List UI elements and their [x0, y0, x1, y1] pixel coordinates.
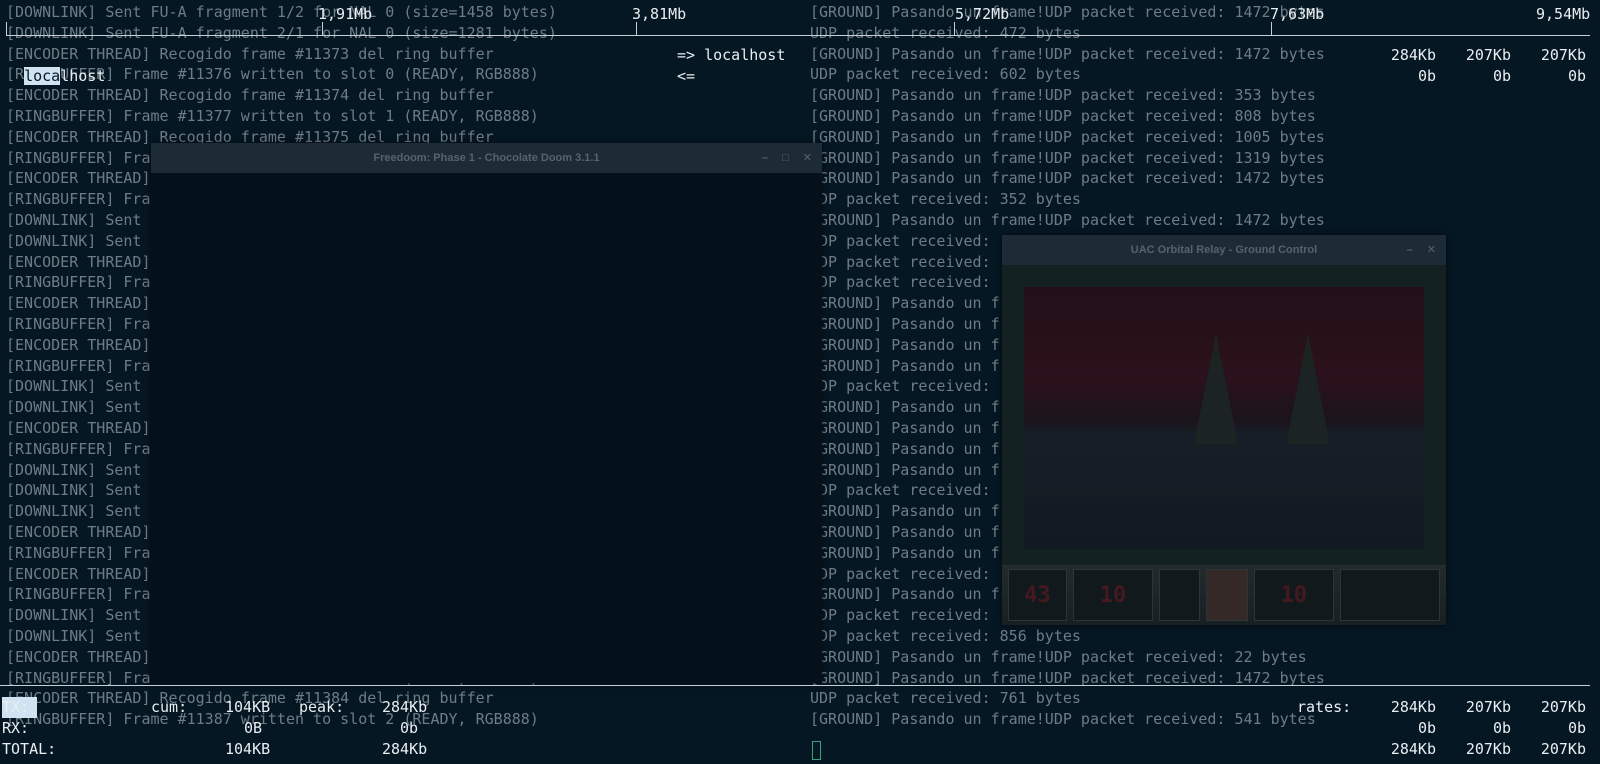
- log-line: UDP packet received: 352 bytes: [810, 190, 1081, 209]
- host-name-highlight: loca: [24, 66, 61, 85]
- scale-label: 9,54Mb: [1536, 5, 1591, 23]
- rx-cum: 0B: [244, 719, 263, 737]
- total-rate-10s: 207Kb: [1465, 740, 1511, 758]
- log-line: [GROUND] Pasando un frame!UDP packet rec…: [810, 148, 1325, 167]
- rx-rate-40s: 0b: [1567, 719, 1586, 737]
- log-line: [GROUND] Pasando un frame!UDP packet rec…: [810, 44, 1325, 63]
- tx-rate-2s: 284Kb: [1390, 698, 1436, 716]
- freedoom-window[interactable]: Freedoom: Phase 1 - Chocolate Doom 3.1.1…: [151, 143, 822, 683]
- hud-armor: 10: [1253, 569, 1335, 621]
- rate-40s: 207Kb: [1540, 46, 1586, 64]
- rate-10s: 207Kb: [1465, 46, 1511, 64]
- terminal-cursor: [812, 741, 821, 760]
- log-line: [GROUND] Pasando un frame!UDP packet rec…: [810, 169, 1325, 188]
- totals-divider: [0, 685, 1590, 686]
- game-3d-view: [1024, 287, 1424, 549]
- log-line: [RINGBUFFER] Frame #11387 written to slo…: [6, 710, 539, 729]
- pillar-shape: [1286, 334, 1330, 444]
- hud-ammo: 43: [1008, 569, 1067, 621]
- log-line: UDP packet received: 602 bytes: [810, 65, 1081, 84]
- rx-rate-10s: 0b: [1492, 719, 1511, 737]
- host-row-tx[interactable]: localhost: [6, 45, 105, 87]
- minimize-icon[interactable]: –: [1407, 235, 1413, 265]
- rates-label: rates:: [1297, 698, 1352, 716]
- freedoom-title: Freedoom: Phase 1 - Chocolate Doom 3.1.1: [373, 152, 600, 164]
- close-icon[interactable]: ✕: [1427, 235, 1436, 265]
- log-line: [GROUND] Pasando un frame!UDP packet rec…: [810, 647, 1307, 666]
- total-rate-40s: 207Kb: [1540, 740, 1586, 758]
- scale-tick: [322, 22, 323, 36]
- rx-peak: 0b: [400, 719, 419, 737]
- tx-rate-10s: 207Kb: [1465, 698, 1511, 716]
- pillar-shape: [1194, 334, 1238, 444]
- host-rx-dir: <=: [677, 67, 696, 85]
- tx-peak: 284Kb: [382, 698, 428, 716]
- scale-label: 5,72Mb: [955, 5, 1010, 23]
- game-stream[interactable]: 43 10 10: [1002, 265, 1446, 625]
- rate-2s: 284Kb: [1390, 46, 1436, 64]
- relay-titlebar[interactable]: UAC Orbital Relay - Ground Control – ✕: [1002, 235, 1446, 265]
- scale-label: 7,63Mb: [1270, 5, 1325, 23]
- log-line: [ENCODER THREAD] Recogido frame #11374 d…: [6, 86, 494, 105]
- cum-label: cum:: [151, 698, 188, 716]
- log-line: [RINGBUFFER] Frame #11377 written to slo…: [6, 106, 539, 125]
- peak-label: peak:: [299, 698, 345, 716]
- log-line: [GROUND] Pasando un frame!UDP packet rec…: [810, 86, 1316, 105]
- hud-health: 10: [1072, 569, 1154, 621]
- total-label: TOTAL:: [2, 740, 57, 758]
- minimize-icon[interactable]: –: [762, 143, 768, 173]
- iftop-scale: 1,91Mb 3,81Mb 5,72Mb 7,63Mb 9,54Mb: [0, 0, 1600, 40]
- maximize-icon[interactable]: □: [782, 143, 789, 173]
- rate-10s: 0b: [1492, 67, 1511, 85]
- scale-tick: [636, 22, 637, 36]
- freedoom-viewport[interactable]: [151, 173, 822, 683]
- total-cum: 104KB: [225, 740, 271, 758]
- game-hud: 43 10 10: [1002, 565, 1446, 625]
- log-line: [GROUND] Pasando un frame!UDP packet rec…: [810, 106, 1316, 125]
- log-line: UDP packet received: 856 bytes: [810, 626, 1081, 645]
- freedoom-titlebar[interactable]: Freedoom: Phase 1 - Chocolate Doom 3.1.1…: [151, 143, 822, 173]
- tx-label: TX:: [2, 697, 38, 718]
- rx-rate-2s: 0b: [1417, 719, 1436, 737]
- tx-rate-40s: 207Kb: [1540, 698, 1586, 716]
- close-icon[interactable]: ✕: [803, 143, 812, 173]
- log-line: [ENCODER THREAD] Recogido frame #11384 d…: [6, 689, 494, 708]
- scale-tick: [954, 22, 955, 36]
- scale-tick: [6, 22, 7, 36]
- host-name: lhost: [60, 66, 106, 85]
- hud-keys-ammo: [1340, 569, 1440, 621]
- scale-label: 3,81Mb: [632, 5, 687, 23]
- total-rate-2s: 284Kb: [1390, 740, 1436, 758]
- rate-40s: 0b: [1567, 67, 1586, 85]
- scale-axis: [6, 35, 1590, 36]
- rx-label: RX:: [2, 719, 30, 737]
- log-line: [GROUND] Pasando un frame!UDP packet rec…: [810, 210, 1325, 229]
- scale-label: 1,91Mb: [318, 5, 373, 23]
- log-line: [GROUND] Pasando un frame!UDP packet rec…: [810, 710, 1316, 729]
- scale-tick: [1271, 22, 1272, 36]
- log-line: [GROUND] Pasando un frame!UDP packet rec…: [810, 127, 1325, 146]
- hud-arms: [1159, 569, 1201, 621]
- relay-window[interactable]: UAC Orbital Relay - Ground Control – ✕ 4…: [1002, 235, 1446, 625]
- hud-face-icon: [1206, 569, 1248, 621]
- log-line: UDP packet received: 761 bytes: [810, 689, 1081, 708]
- total-peak: 284Kb: [382, 740, 428, 758]
- rate-2s: 0b: [1417, 67, 1436, 85]
- tx-cum: 104KB: [225, 698, 271, 716]
- host-dest: => localhost: [677, 46, 786, 64]
- relay-title: UAC Orbital Relay - Ground Control: [1130, 244, 1318, 256]
